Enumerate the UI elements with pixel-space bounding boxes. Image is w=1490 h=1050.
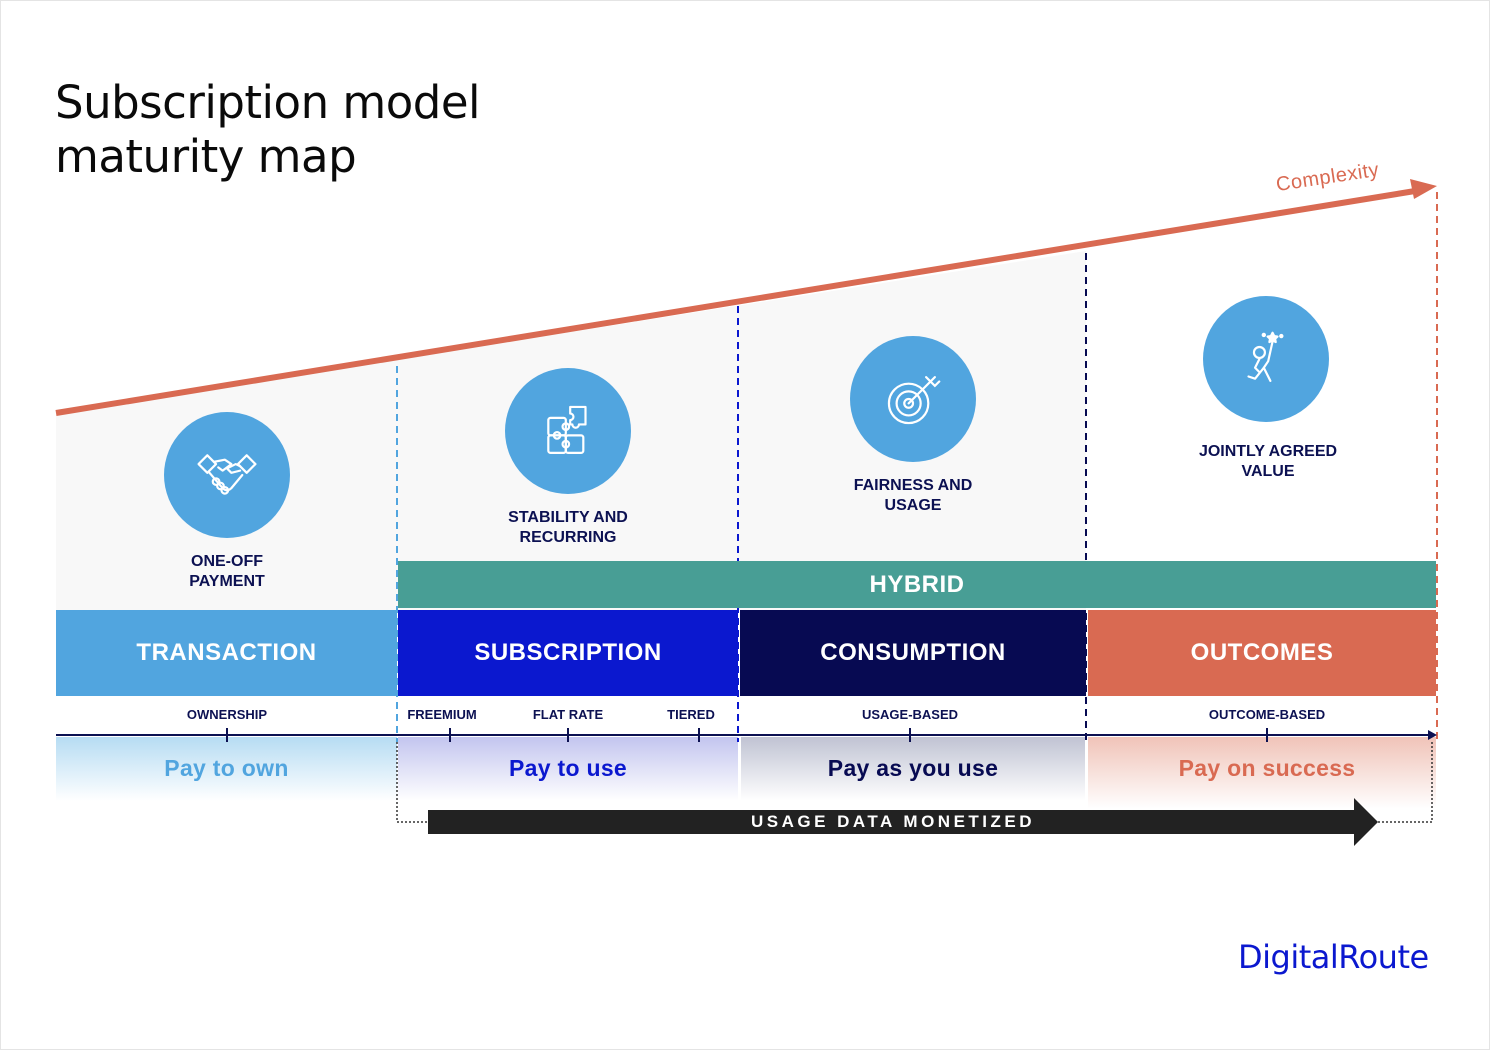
target-icon — [887, 376, 941, 425]
page-title: Subscription model maturity map — [55, 76, 481, 183]
reaching-star-icon — [1247, 331, 1284, 382]
tick-label-ownership: OWNERSHIP — [186, 707, 268, 722]
complexity-arrowhead — [1410, 179, 1437, 199]
pay-label-own: Pay to own — [164, 754, 289, 781]
stage-caption-stability: STABILITY AND RECURRING — [508, 509, 628, 546]
stage-caption-fairness: FAIRNESS AND USAGE — [853, 477, 973, 514]
usage-data-monetized-label: USAGE DATA MONETIZED — [750, 812, 1036, 831]
pay-label-use: Pay to use — [508, 754, 628, 781]
tick-label-freemium: FREEMIUM — [407, 707, 477, 722]
digitalroute-logo: DigitalRoute — [1238, 938, 1429, 976]
segment-subscription: SUBSCRIPTION — [398, 610, 738, 696]
segment-consumption: CONSUMPTION — [740, 610, 1086, 696]
pay-label-as-you-use: Pay as you use — [827, 754, 999, 781]
stage-caption-jointly: JOINTLY AGREED VALUE — [1198, 443, 1338, 480]
stage-circle-stability — [505, 368, 631, 494]
puzzle-icon — [547, 405, 587, 454]
tick-label-outcome-based: OUTCOME-BASED — [1208, 707, 1326, 722]
stage-caption-one-off: ONE-OFF PAYMENT — [189, 553, 265, 590]
segment-outcomes: OUTCOMES — [1088, 610, 1436, 696]
hybrid-bar: HYBRID — [398, 561, 1436, 608]
tick-label-flat-rate: FLAT RATE — [532, 707, 604, 722]
stage-circle-one-off — [164, 412, 290, 538]
pay-label-success: Pay on success — [1178, 754, 1356, 781]
tick-label-tiered: TIERED — [667, 707, 715, 722]
stage-circle-fairness — [850, 336, 976, 462]
handshake-icon — [197, 454, 257, 495]
stage-circle-jointly — [1203, 296, 1329, 422]
segment-transaction: TRANSACTION — [56, 610, 397, 696]
tick-label-usage-based: USAGE-BASED — [861, 707, 959, 722]
